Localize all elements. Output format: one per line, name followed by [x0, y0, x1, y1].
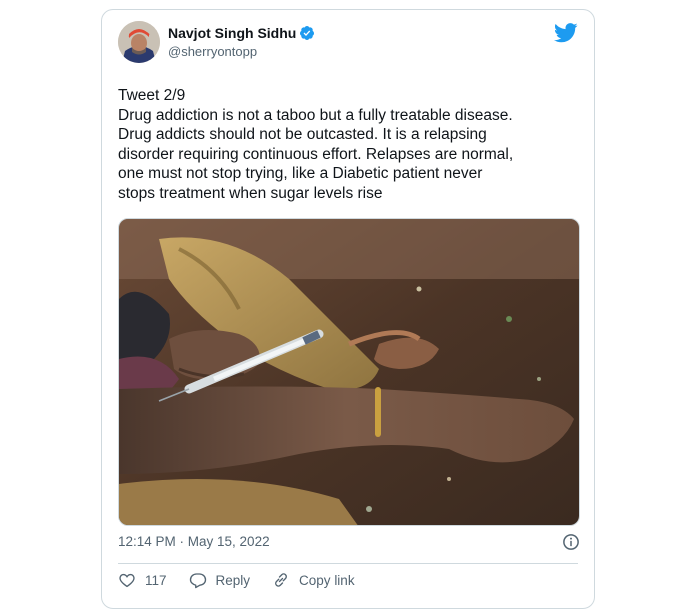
reply-icon	[189, 573, 206, 589]
heart-icon	[119, 573, 135, 588]
user-handle[interactable]: @sherryontopp	[168, 44, 257, 59]
link-icon	[275, 573, 287, 587]
avatar[interactable]	[118, 21, 160, 63]
tweet-timestamp[interactable]: 12:14 PM · May 15, 2022	[118, 534, 270, 549]
tweet-header: Navjot Singh Sidhu @sherryontopp	[118, 21, 578, 71]
twitter-bird-icon[interactable]	[554, 23, 578, 43]
reply-label: Reply	[215, 572, 251, 588]
display-name[interactable]: Navjot Singh Sidhu	[168, 25, 296, 41]
tweet-text-line: disorder requiring continuous effort. Re…	[118, 145, 514, 163]
verified-badge-icon	[300, 26, 315, 40]
info-icon[interactable]	[562, 533, 580, 551]
reply-button[interactable]: Reply	[189, 571, 251, 589]
action-bar: 117 Reply Copy link	[118, 571, 377, 589]
tweet-text: Tweet 2/9 Drug addiction is not a taboo …	[118, 86, 582, 203]
tweet-text-line: Drug addiction is not a taboo but a full…	[118, 106, 513, 124]
tweet-photo[interactable]	[118, 218, 580, 526]
tweet-card[interactable]: Navjot Singh Sidhu @sherryontopp Tweet 2…	[101, 9, 595, 609]
divider	[118, 563, 578, 564]
like-count: 117	[145, 572, 167, 588]
photo-syringe-arm	[119, 219, 579, 525]
tweet-text-line: one must not stop trying, like a Diabeti…	[118, 165, 483, 182]
tweet-text-line: stops treatment when sugar levels rise	[118, 184, 383, 202]
like-button[interactable]: 117	[118, 571, 167, 589]
tweet-text-line: Tweet 2/9	[118, 87, 186, 104]
tweet-text-line: Drug addicts should not be outcasted. It…	[118, 126, 487, 143]
copy-link-label: Copy link	[299, 572, 355, 588]
name-row[interactable]: Navjot Singh Sidhu	[168, 25, 315, 41]
copy-link-button[interactable]: Copy link	[272, 571, 355, 589]
